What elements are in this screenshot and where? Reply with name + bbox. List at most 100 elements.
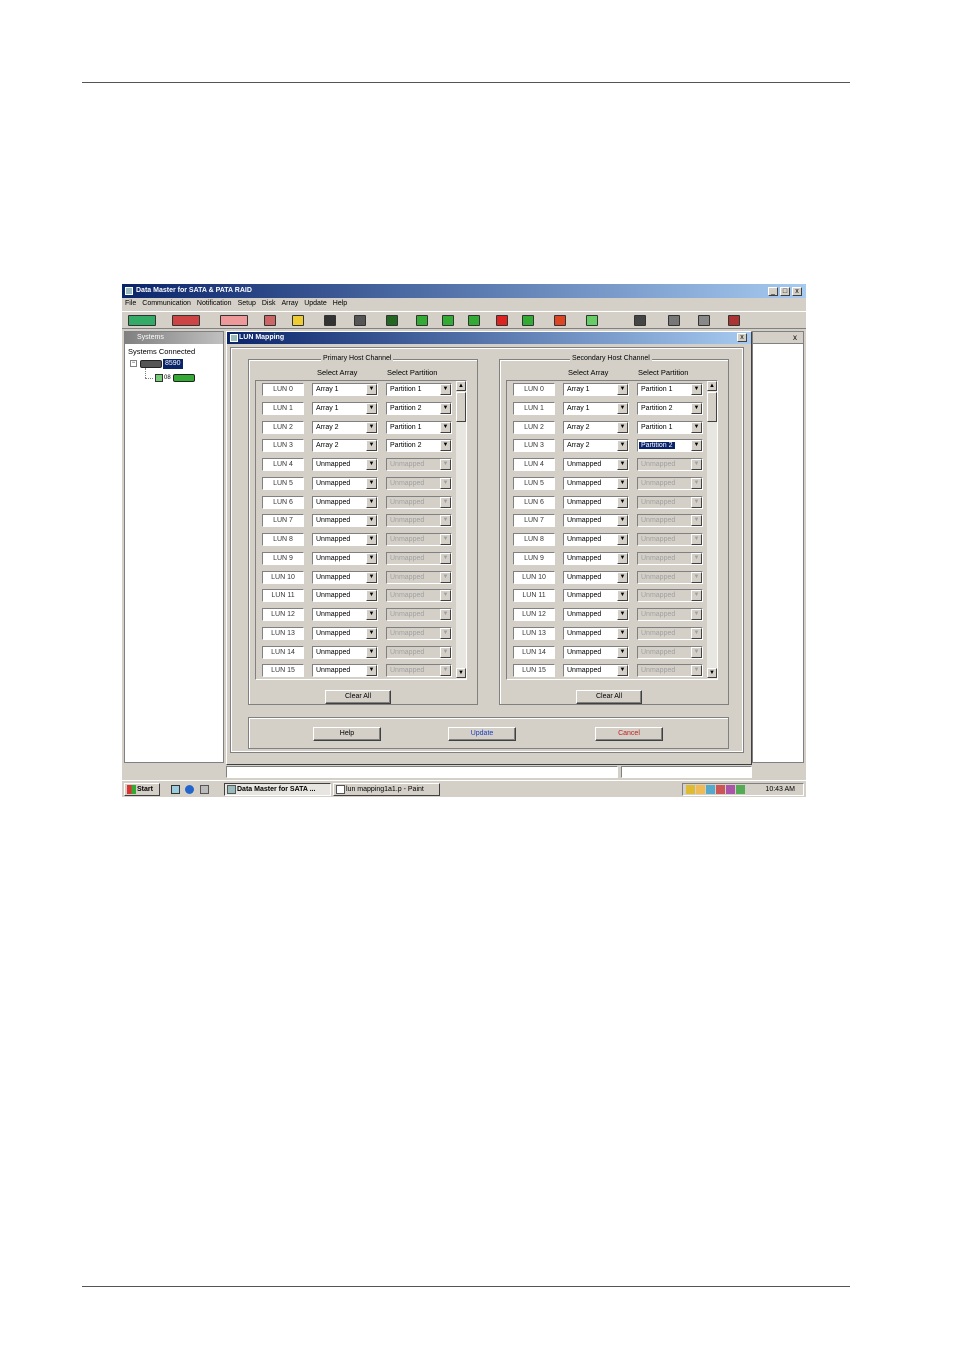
tray-volume-icon[interactable] — [726, 785, 735, 794]
array-select[interactable]: Array 1 ▼ — [312, 401, 378, 415]
partition-select[interactable]: Unmapped ▼ — [637, 533, 703, 546]
partition-select[interactable]: Unmapped ▼ — [386, 514, 452, 528]
menu-notification[interactable]: Notification — [197, 298, 232, 310]
array-select[interactable]: Unmapped ▼ — [312, 514, 378, 528]
array2-icon[interactable] — [442, 315, 454, 326]
clock-icon[interactable] — [698, 315, 710, 326]
minimize-button[interactable]: _ — [768, 287, 778, 296]
chevron-down-icon[interactable]: ▼ — [617, 552, 628, 564]
partition-select[interactable]: Unmapped ▼ — [386, 570, 452, 584]
disk3-icon[interactable] — [386, 315, 398, 326]
chevron-down-icon[interactable]: ▼ — [617, 402, 628, 414]
array-select[interactable]: Unmapped ▼ — [312, 533, 378, 546]
chevron-down-icon[interactable]: ▼ — [366, 402, 377, 414]
app-launch-icon[interactable] — [200, 785, 209, 794]
update-button[interactable]: Update — [448, 727, 516, 741]
partition-select[interactable]: Unmapped ▼ — [386, 626, 452, 640]
right-panel-close-icon[interactable]: x — [793, 333, 797, 343]
array-select[interactable]: Unmapped ▼ — [563, 608, 629, 621]
chevron-down-icon[interactable]: ▼ — [440, 515, 451, 527]
array-select[interactable]: Unmapped ▼ — [312, 458, 378, 471]
partition-select[interactable]: Unmapped ▼ — [386, 608, 452, 621]
tray-monitor-icon[interactable] — [716, 785, 725, 794]
chevron-down-icon[interactable]: ▼ — [366, 496, 377, 508]
chevron-down-icon[interactable]: ▼ — [440, 609, 451, 620]
array-select[interactable]: Unmapped ▼ — [312, 608, 378, 621]
array-select[interactable]: Unmapped ▼ — [563, 664, 629, 678]
partition-select[interactable]: Unmapped ▼ — [386, 458, 452, 471]
chevron-down-icon[interactable]: ▼ — [691, 534, 702, 545]
scroll-down-icon[interactable]: ▼ — [456, 668, 466, 678]
chevron-down-icon[interactable]: ▼ — [440, 477, 451, 489]
chevron-down-icon[interactable]: ▼ — [440, 384, 451, 395]
chevron-down-icon[interactable]: ▼ — [691, 590, 702, 602]
chevron-down-icon[interactable]: ▼ — [440, 627, 451, 639]
menu-setup[interactable]: Setup — [238, 298, 256, 310]
partition-select[interactable]: Partition 2 ▼ — [386, 401, 452, 415]
partition-select[interactable]: Partition 2 ▼ — [386, 439, 452, 453]
array-select[interactable]: Unmapped ▼ — [563, 533, 629, 546]
partition-select[interactable]: Unmapped ▼ — [637, 458, 703, 471]
array4-icon[interactable] — [496, 315, 508, 326]
tray-network-icon[interactable] — [706, 785, 715, 794]
maximize-button[interactable]: □ — [780, 287, 790, 296]
array-select[interactable]: Unmapped ▼ — [563, 570, 629, 584]
partition-select[interactable]: Unmapped ▼ — [637, 645, 703, 659]
start-button[interactable]: Start — [124, 783, 160, 796]
partition-select[interactable]: Unmapped ▼ — [386, 589, 452, 603]
chevron-down-icon[interactable]: ▼ — [366, 534, 377, 545]
taskbar-task-paint[interactable]: lun mapping1a1.p - Paint — [333, 783, 440, 796]
disk2-icon[interactable] — [354, 315, 366, 326]
array-select[interactable]: Unmapped ▼ — [563, 551, 629, 565]
partition-select[interactable]: Partition 2 ▼ — [637, 439, 703, 453]
chevron-down-icon[interactable]: ▼ — [440, 665, 451, 677]
stop-icon[interactable] — [264, 315, 276, 326]
array-select[interactable]: Unmapped ▼ — [563, 589, 629, 603]
chevron-down-icon[interactable]: ▼ — [617, 590, 628, 602]
primary-clear-all-button[interactable]: Clear All — [325, 690, 391, 704]
partition-select[interactable]: Partition 1 ▼ — [386, 383, 452, 396]
menu-disk[interactable]: Disk — [262, 298, 276, 310]
array-select[interactable]: Array 1 ▼ — [312, 383, 378, 396]
partition-select[interactable]: Unmapped ▼ — [386, 495, 452, 509]
chevron-down-icon[interactable]: ▼ — [440, 590, 451, 602]
chevron-down-icon[interactable]: ▼ — [617, 496, 628, 508]
array-select[interactable]: Unmapped ▼ — [312, 589, 378, 603]
chevron-down-icon[interactable]: ▼ — [691, 440, 702, 452]
chevron-down-icon[interactable]: ▼ — [366, 590, 377, 602]
refresh-icon[interactable] — [634, 315, 646, 326]
chevron-down-icon[interactable]: ▼ — [366, 515, 377, 527]
array-select[interactable]: Unmapped ▼ — [312, 664, 378, 678]
chevron-down-icon[interactable]: ▼ — [366, 609, 377, 620]
scroll-down-icon[interactable]: ▼ — [707, 668, 717, 678]
partition-select[interactable]: Unmapped ▼ — [386, 645, 452, 659]
help-button[interactable]: Help — [313, 727, 381, 741]
chevron-down-icon[interactable]: ▼ — [366, 627, 377, 639]
child-node[interactable]: 08 — [164, 374, 171, 383]
help-icon[interactable] — [668, 315, 680, 326]
tray-pencil-icon[interactable] — [686, 785, 695, 794]
close-button[interactable]: x — [792, 287, 802, 296]
array-select[interactable]: Array 2 ▼ — [563, 420, 629, 434]
dialog-close-button[interactable]: x — [737, 333, 747, 342]
partition-select[interactable]: Unmapped ▼ — [637, 570, 703, 584]
chevron-down-icon[interactable]: ▼ — [617, 571, 628, 583]
partition-select[interactable]: Partition 2 ▼ — [637, 401, 703, 415]
power-icon[interactable] — [728, 315, 740, 326]
browser-icon[interactable] — [185, 785, 194, 794]
chevron-down-icon[interactable]: ▼ — [617, 477, 628, 489]
chevron-down-icon[interactable]: ▼ — [440, 440, 451, 452]
array-select[interactable]: Array 2 ▼ — [563, 439, 629, 453]
connect-icon[interactable] — [128, 315, 156, 326]
array-select[interactable]: Unmapped ▼ — [312, 476, 378, 490]
chevron-down-icon[interactable]: ▼ — [440, 496, 451, 508]
chevron-down-icon[interactable]: ▼ — [440, 646, 451, 658]
disconnect-icon[interactable] — [172, 315, 200, 326]
partition-select[interactable]: Unmapped ▼ — [637, 664, 703, 678]
lun-icon[interactable] — [554, 315, 566, 326]
partition-select[interactable]: Partition 1 ▼ — [637, 383, 703, 396]
partition-select[interactable]: Unmapped ▼ — [386, 533, 452, 546]
partition-select[interactable]: Unmapped ▼ — [637, 551, 703, 565]
wizard-icon[interactable] — [292, 315, 304, 326]
chevron-down-icon[interactable]: ▼ — [691, 402, 702, 414]
